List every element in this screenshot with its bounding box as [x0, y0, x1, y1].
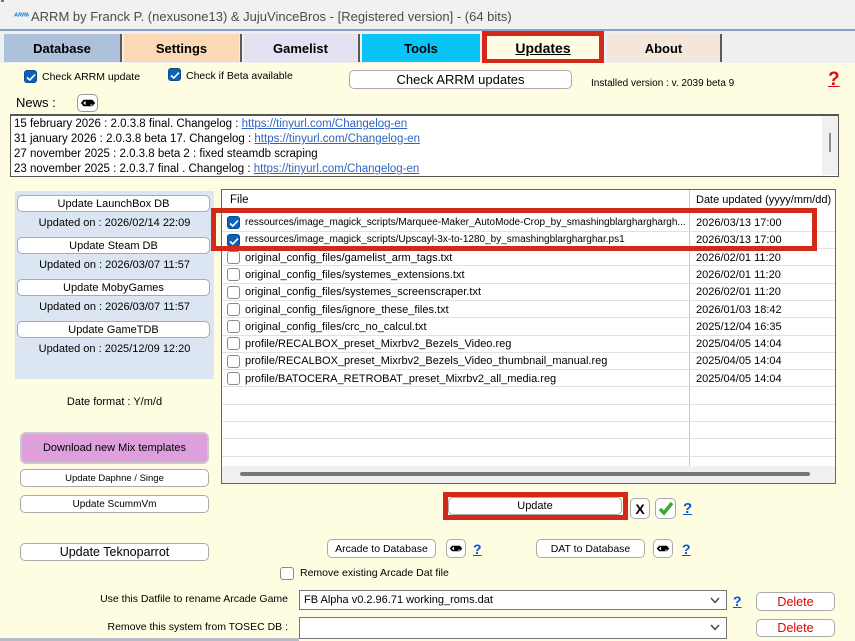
svg-text:ARRM: ARRM — [14, 13, 29, 19]
